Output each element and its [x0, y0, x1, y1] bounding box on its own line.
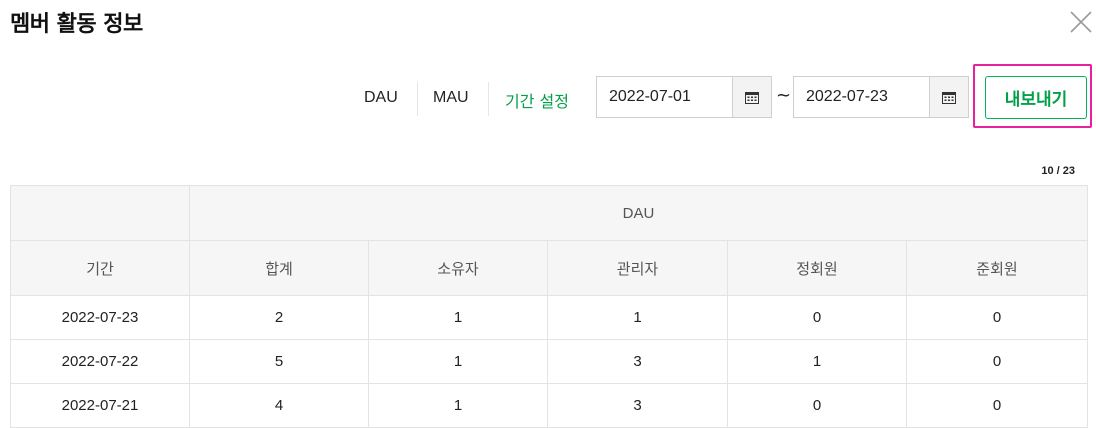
- regular-cell: 0: [727, 295, 907, 340]
- tab-mau[interactable]: MAU: [433, 89, 469, 107]
- activity-table: DAU 기간 합계 소유자 관리자 정회원 준회원 2022-07-23 2 1…: [10, 185, 1089, 428]
- column-header-owner: 소유자: [368, 240, 548, 296]
- export-button[interactable]: 내보내기: [985, 76, 1087, 119]
- owner-cell: 1: [368, 383, 548, 428]
- column-header-total: 합계: [189, 240, 369, 296]
- associate-cell: 0: [905, 383, 1089, 428]
- table-row: 2022-07-22 5 1 3 1 0: [10, 339, 1089, 384]
- range-separator: ~: [776, 85, 792, 106]
- filter-toolbar: DAU MAU 기간 설정 ~: [0, 76, 1096, 122]
- close-icon[interactable]: [1068, 9, 1094, 35]
- date-cell: 2022-07-21: [10, 383, 190, 428]
- owner-cell: 1: [368, 339, 548, 384]
- end-date-field: [793, 76, 969, 118]
- total-cell: 2: [189, 295, 369, 340]
- regular-cell: 1: [727, 339, 907, 384]
- admin-cell: 1: [547, 295, 728, 340]
- group-header-dau: DAU: [188, 185, 1089, 241]
- tab-dau[interactable]: DAU: [364, 89, 398, 107]
- divider: [488, 82, 489, 116]
- date-cell: 2022-07-23: [10, 295, 190, 340]
- admin-cell: 3: [547, 383, 728, 428]
- date-cell: 2022-07-22: [10, 339, 190, 384]
- associate-cell: 0: [905, 295, 1089, 340]
- owner-cell: 1: [368, 295, 548, 340]
- page-title: 멤버 활동 정보: [10, 12, 143, 37]
- start-date-field: [596, 76, 772, 118]
- table-row: 2022-07-23 2 1 1 0 0: [10, 295, 1089, 340]
- regular-cell: 0: [727, 383, 907, 428]
- start-date-input[interactable]: [597, 77, 733, 117]
- column-header-associate: 준회원: [905, 240, 1089, 296]
- column-header-period: 기간: [10, 240, 190, 296]
- total-cell: 4: [189, 383, 369, 428]
- page-count: 10 / 23: [1041, 165, 1075, 177]
- column-header-admin: 관리자: [547, 240, 728, 296]
- divider: [417, 82, 418, 116]
- table-corner-cell: [10, 185, 190, 241]
- period-setting-link[interactable]: 기간 설정: [505, 88, 569, 112]
- table-row: 2022-07-21 4 1 3 0 0: [10, 383, 1089, 428]
- total-cell: 5: [189, 339, 369, 384]
- calendar-icon[interactable]: [732, 77, 771, 117]
- associate-cell: 0: [905, 339, 1089, 384]
- end-date-input[interactable]: [794, 77, 930, 117]
- column-header-regular: 정회원: [727, 240, 907, 296]
- admin-cell: 3: [547, 339, 728, 384]
- calendar-icon[interactable]: [929, 77, 968, 117]
